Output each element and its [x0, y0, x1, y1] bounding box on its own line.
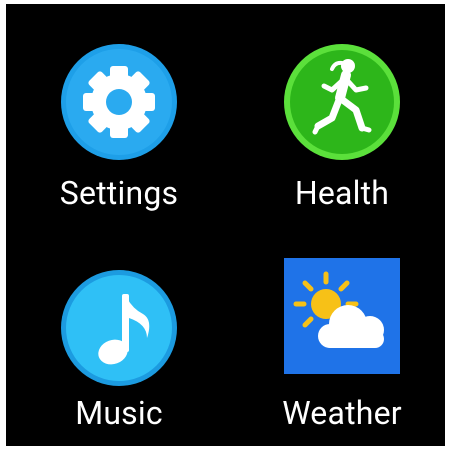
app-music[interactable]: Music [19, 254, 219, 446]
sun-cloud-icon [284, 258, 400, 379]
gear-icon [59, 42, 179, 167]
app-label-weather: Weather [282, 394, 402, 432]
app-health[interactable]: Health [242, 26, 442, 236]
page: Settings Health Music Weather [0, 0, 451, 450]
app-label-music: Music [75, 394, 163, 432]
watch-screen: Settings Health Music Weather [6, 4, 445, 446]
app-settings[interactable]: Settings [19, 26, 219, 236]
app-weather[interactable]: Weather [242, 254, 442, 446]
runner-icon [282, 42, 402, 167]
app-label-health: Health [294, 174, 390, 212]
music-note-icon [59, 268, 179, 393]
app-label-settings: Settings [59, 174, 179, 212]
